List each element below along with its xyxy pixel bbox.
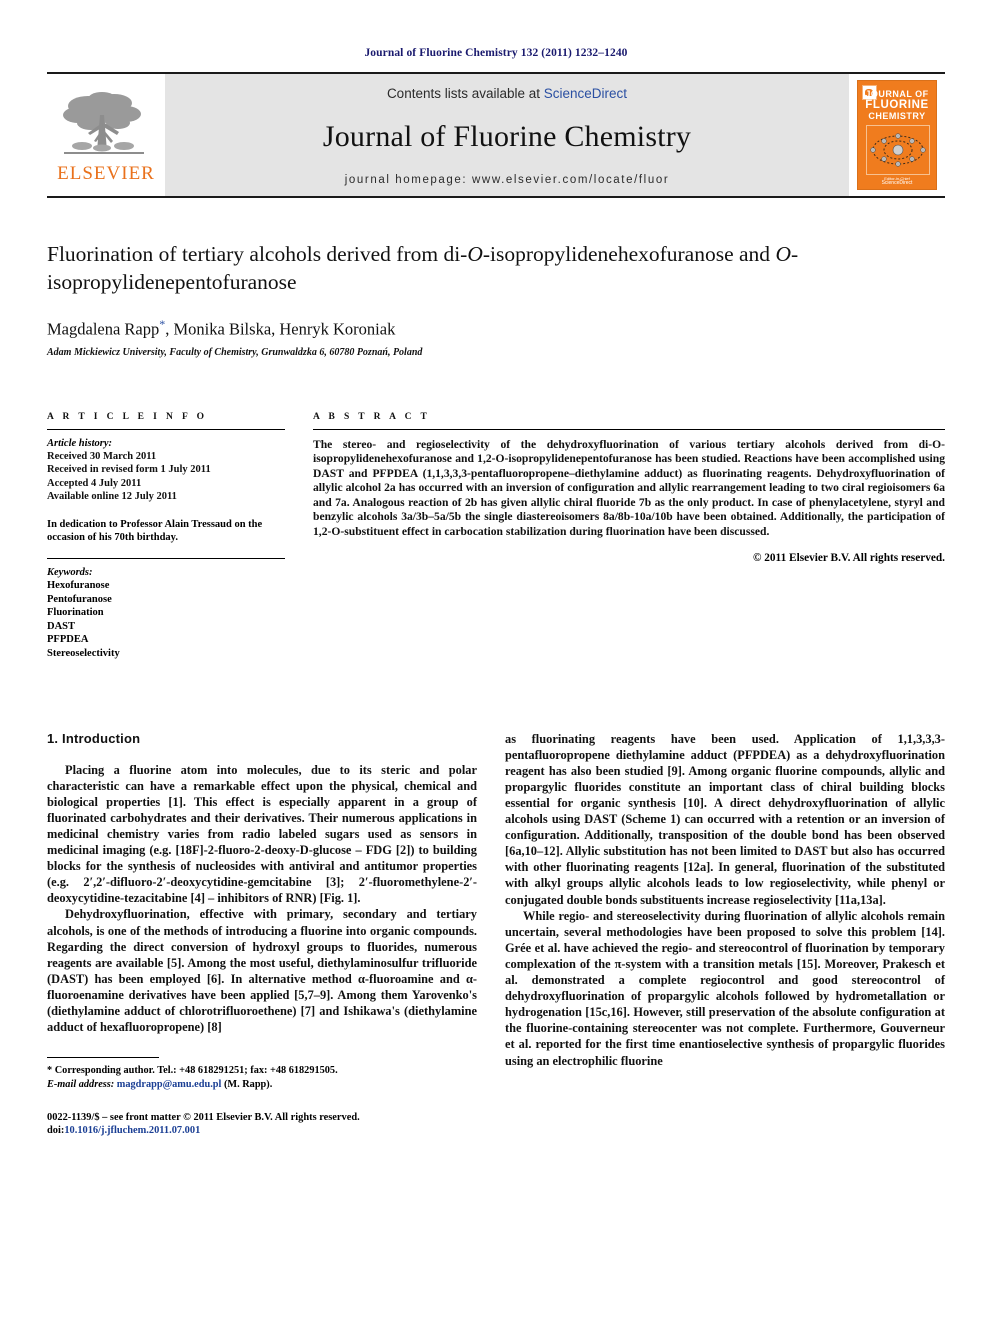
abstract-column: A B S T R A C T The stereo- and regiosel… [313,412,945,661]
divider-keywords [47,558,285,560]
author-list: Magdalena Rapp*, Monika Bilska, Henryk K… [47,317,945,340]
paragraph-intro-4: While regio- and stereoselectivity durin… [505,908,945,1068]
body-column-right: as fluorinating reagents have been used.… [505,731,945,1138]
keyword-item: DAST [47,620,76,632]
body-columns: 1. Introduction Placing a fluorine atom … [47,731,945,1138]
keyword-item: Hexofuranose [47,580,110,592]
paragraph-intro-3: as fluorinating reagents have been used.… [505,731,945,907]
elsevier-logo: ELSEVIER [47,74,165,196]
author-first[interactable]: Magdalena Rapp [47,320,159,339]
title-italic-O-2: O [775,242,791,266]
keyword-item: Pentofuranose [47,593,112,605]
article-page: Journal of Fluorine Chemistry 132 (2011)… [0,0,992,1323]
divider-abstract [313,428,945,430]
abstract-text: The stereo- and regioselectivity of the … [313,437,945,539]
info-abstract-section: A R T I C L E I N F O Article history: R… [47,412,945,661]
title-part-1b: -isopropylidenehexofuranose [482,242,734,266]
doi-label: doi: [47,1125,65,1137]
title-part-2: and [739,242,776,266]
cover-line-1: JOURNAL OF [865,89,929,99]
doi-link[interactable]: 10.1016/j.jfluchem.2011.07.001 [64,1125,200,1136]
copyright-line: © 2011 Elsevier B.V. All rights reserved… [752,551,945,564]
running-head: Journal of Fluorine Chemistry 132 (2011)… [364,47,628,59]
cover-line-2: FLUORINE [865,99,929,111]
email-link[interactable]: magdrapp@amu.edu.pl [117,1079,222,1090]
divider-article-info [47,428,285,430]
abstract-heading: A B S T R A C T [313,411,431,422]
history-online: Available online 12 July 2011 [47,491,177,503]
history-accepted: Accepted 4 July 2011 [47,477,142,489]
issn-line: 0022-1139/$ – see front matter © 2011 El… [47,1112,360,1124]
cover-footer: Editor-in-Chief ScienceDirect [858,176,936,186]
elsevier-wordmark: ELSEVIER [57,163,155,184]
author-rest[interactable]: , Monika Bilska, Henryk Koroniak [165,320,395,339]
email-owner: (M. Rapp). [223,1078,273,1090]
paragraph-intro-1: Placing a fluorine atom into molecules, … [47,762,477,906]
body-column-left: 1. Introduction Placing a fluorine atom … [47,731,477,1138]
cover-image: JOURNAL OF FLUORINE CHEMISTRY Editor-in-… [857,80,937,190]
keyword-item: Stereoselectivity [47,648,120,660]
cover-title-text: JOURNAL OF FLUORINE CHEMISTRY [858,89,936,122]
article-info-heading: A R T I C L E I N F O [47,411,208,422]
atom-diagram-icon [870,133,926,167]
issn-doi-block: 0022-1139/$ – see front matter © 2011 El… [47,1111,477,1138]
corresponding-author-note: * Corresponding author. Tel.: +48 618291… [47,1064,477,1077]
footnote-divider [47,1057,159,1059]
doi-line: doi:10.1016/j.jfluchem.2011.07.001 [47,1124,477,1137]
corresponding-author-text: Corresponding author. Tel.: +48 61829125… [54,1065,338,1077]
journal-title: Journal of Fluorine Chemistry [322,120,692,153]
journal-masthead: ELSEVIER Contents lists available at Sci… [47,72,945,198]
sciencedirect-link[interactable]: ScienceDirect [544,86,627,101]
dedication-note: In dedication to Professor Alain Tressau… [47,518,263,544]
contents-available-line: Contents lists available at ScienceDirec… [387,86,627,101]
elsevier-tree-icon [63,92,144,154]
page-title: Fluorination of tertiary alcohols derive… [47,240,945,296]
article-info-column: A R T I C L E I N F O Article history: R… [47,412,285,661]
paragraph-intro-2: Dehydroxyfluorination, effective with pr… [47,907,477,1035]
article-history-label: Article history: [47,437,113,449]
title-italic-O-1: O [467,242,483,266]
footnote-star: * [47,1065,53,1077]
email-label: E-mail address: [47,1078,115,1090]
keyword-item: Fluorination [47,607,104,619]
keyword-item: PFPDEA [47,634,89,646]
title-part-1: Fluorination of tertiary alcohols derive… [47,242,468,266]
affiliation: Adam Mickiewicz University, Faculty of C… [47,346,423,358]
history-received: Received 30 March 2011 [47,450,157,462]
journal-homepage[interactable]: journal homepage: www.elsevier.com/locat… [345,174,670,186]
footnote-block: * Corresponding author. Tel.: +48 618291… [47,1057,477,1138]
cover-footer-line2: ScienceDirect [881,180,913,186]
keywords-label: Keywords: [47,567,93,579]
cover-artwork [866,125,930,175]
cover-line-3: CHEMISTRY [868,111,926,121]
section-heading-introduction: 1. Introduction [47,730,141,746]
masthead-center: Contents lists available at ScienceDirec… [165,74,849,196]
email-note: E-mail address: magdrapp@amu.edu.pl (M. … [47,1078,477,1091]
contents-prefix: Contents lists available at [386,86,544,101]
journal-cover-thumbnail[interactable]: JOURNAL OF FLUORINE CHEMISTRY Editor-in-… [849,74,945,196]
history-revised: Received in revised form 1 July 2011 [47,464,211,476]
title-block: Fluorination of tertiary alcohols derive… [47,240,945,358]
